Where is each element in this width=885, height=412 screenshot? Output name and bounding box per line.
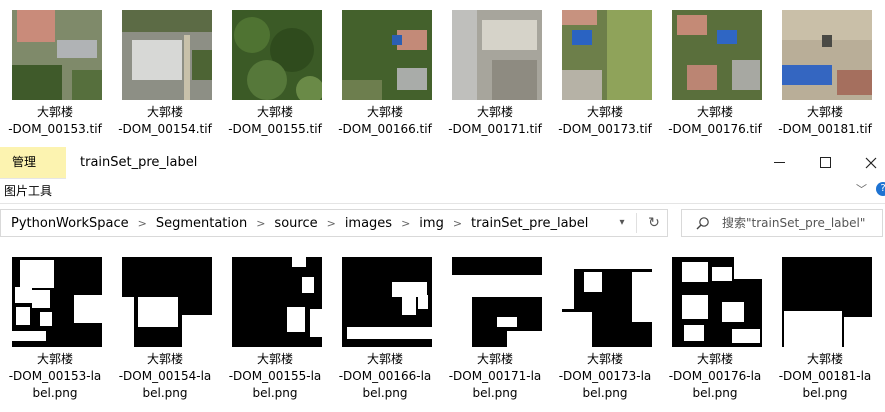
- file-name-line2: -DOM_00171.tif: [448, 122, 542, 136]
- mask-thumbnail: [452, 257, 542, 347]
- file-name-line1: 大郭楼: [36, 352, 73, 366]
- breadcrumb-item[interactable]: images: [345, 216, 392, 231]
- ribbon-expand-chevron-icon[interactable]: ﹀: [856, 181, 867, 197]
- search-box[interactable]: 搜索"trainSet_pre_label": [681, 209, 883, 237]
- file-name-line2: -DOM_00153.tif: [8, 122, 102, 136]
- ribbon: 管理 图片工具 trainSet_pre_label ﹀ ?: [0, 147, 885, 204]
- file-name-line3: bel.png: [142, 386, 188, 400]
- aerial-thumbnail: [672, 10, 762, 100]
- file-name-line1: 大郭楼: [696, 105, 733, 119]
- file-name-line3: bel.png: [362, 386, 408, 400]
- file-name-line1: 大郭楼: [256, 105, 293, 119]
- mask-thumbnail: [342, 257, 432, 347]
- breadcrumb-item[interactable]: Segmentation: [156, 216, 247, 231]
- mask-thumbnail: [672, 257, 762, 347]
- mask-thumbnail: [782, 257, 872, 347]
- mask-thumbnail: [232, 257, 322, 347]
- breadcrumb: PythonWorkSpace > Segmentation > source > imag…: [11, 210, 588, 238]
- chevron-right-icon[interactable]: >: [453, 217, 462, 230]
- window-title: trainSet_pre_label: [80, 155, 198, 170]
- file-name-line2: -DOM_00181-la: [778, 369, 872, 383]
- divider: [636, 213, 637, 233]
- mask-thumbnail: [562, 257, 652, 347]
- aerial-thumbnail: [562, 10, 652, 100]
- minimize-button[interactable]: [756, 147, 802, 178]
- file-name-line3: bel.png: [252, 386, 298, 400]
- close-button[interactable]: [848, 147, 885, 178]
- file-name-line1: 大郭楼: [586, 105, 623, 119]
- file-name-line1: 大郭楼: [806, 105, 843, 119]
- search-input[interactable]: 搜索"trainSet_pre_label": [722, 210, 865, 236]
- chevron-right-icon[interactable]: >: [327, 217, 336, 230]
- file-name-line2: -DOM_00176-la: [668, 369, 762, 383]
- file-name-line2: -DOM_00171-la: [448, 369, 542, 383]
- file-name-line1: 大郭楼: [366, 105, 403, 119]
- aerial-thumbnail: [122, 10, 212, 100]
- file-name-line2: -DOM_00173.tif: [558, 122, 652, 136]
- file-name-line3: bel.png: [692, 386, 738, 400]
- file-name-line3: bel.png: [472, 386, 518, 400]
- top-file-row: 大郭楼 -DOM_00153.tif 大郭楼 -DOM_00154.tif 大郭…: [0, 10, 885, 140]
- chevron-right-icon[interactable]: >: [138, 217, 147, 230]
- file-name-line2: -DOM_00176.tif: [668, 122, 762, 136]
- file-name-line1: 大郭楼: [586, 352, 623, 366]
- file-name-line3: bel.png: [802, 386, 848, 400]
- file-name-line1: 大郭楼: [366, 352, 403, 366]
- file-name-line1: 大郭楼: [256, 352, 293, 366]
- file-name-line2: -DOM_00154-la: [118, 369, 212, 383]
- chevron-right-icon[interactable]: >: [256, 217, 265, 230]
- file-name-line1: 大郭楼: [696, 352, 733, 366]
- mask-thumbnail: [122, 257, 212, 347]
- address-bar[interactable]: PythonWorkSpace > Segmentation > source > imag…: [0, 209, 668, 237]
- file-name-line1: 大郭楼: [806, 352, 843, 366]
- help-icon[interactable]: ?: [876, 182, 885, 196]
- tab-picture-tools[interactable]: 图片工具: [0, 178, 66, 204]
- maximize-button[interactable]: [802, 147, 848, 178]
- aerial-thumbnail: [12, 10, 102, 100]
- refresh-icon[interactable]: ↻: [641, 210, 667, 236]
- breadcrumb-item[interactable]: PythonWorkSpace: [11, 216, 129, 231]
- file-name-line1: 大郭楼: [476, 352, 513, 366]
- mask-thumbnail: [12, 257, 102, 347]
- label-file-row: 大郭楼 -DOM_00153-la bel.png 大郭楼 -DOM_00154…: [0, 257, 885, 407]
- file-name-line1: 大郭楼: [146, 105, 183, 119]
- tab-manage[interactable]: 管理: [0, 147, 66, 178]
- chevron-down-icon[interactable]: ▾: [611, 210, 633, 236]
- file-name-line2: -DOM_00166.tif: [338, 122, 432, 136]
- breadcrumb-item[interactable]: source: [274, 216, 317, 231]
- chevron-right-icon[interactable]: >: [401, 217, 410, 230]
- file-name-line3: bel.png: [32, 386, 78, 400]
- file-name-line1: 大郭楼: [476, 105, 513, 119]
- file-name-line3: bel.png: [582, 386, 628, 400]
- file-name-line2: -DOM_00154.tif: [118, 122, 212, 136]
- aerial-thumbnail: [232, 10, 322, 100]
- file-name-line2: -DOM_00181.tif: [778, 122, 872, 136]
- file-name-line2: -DOM_00153-la: [8, 369, 102, 383]
- maximize-icon: [819, 157, 831, 168]
- search-icon: [696, 217, 709, 230]
- close-icon: [865, 157, 877, 168]
- file-name-line2: -DOM_00155-la: [228, 369, 322, 383]
- file-name-line2: -DOM_00155.tif: [228, 122, 322, 136]
- minimize-icon: [773, 162, 785, 163]
- file-name-line1: 大郭楼: [36, 105, 73, 119]
- breadcrumb-item[interactable]: trainSet_pre_label: [471, 216, 588, 231]
- aerial-thumbnail: [782, 10, 872, 100]
- breadcrumb-item[interactable]: img: [419, 216, 444, 231]
- file-name-line2: -DOM_00166-la: [338, 369, 432, 383]
- aerial-thumbnail: [342, 10, 432, 100]
- aerial-thumbnail: [452, 10, 542, 100]
- file-name-line1: 大郭楼: [146, 352, 183, 366]
- file-name-line2: -DOM_00173-la: [558, 369, 652, 383]
